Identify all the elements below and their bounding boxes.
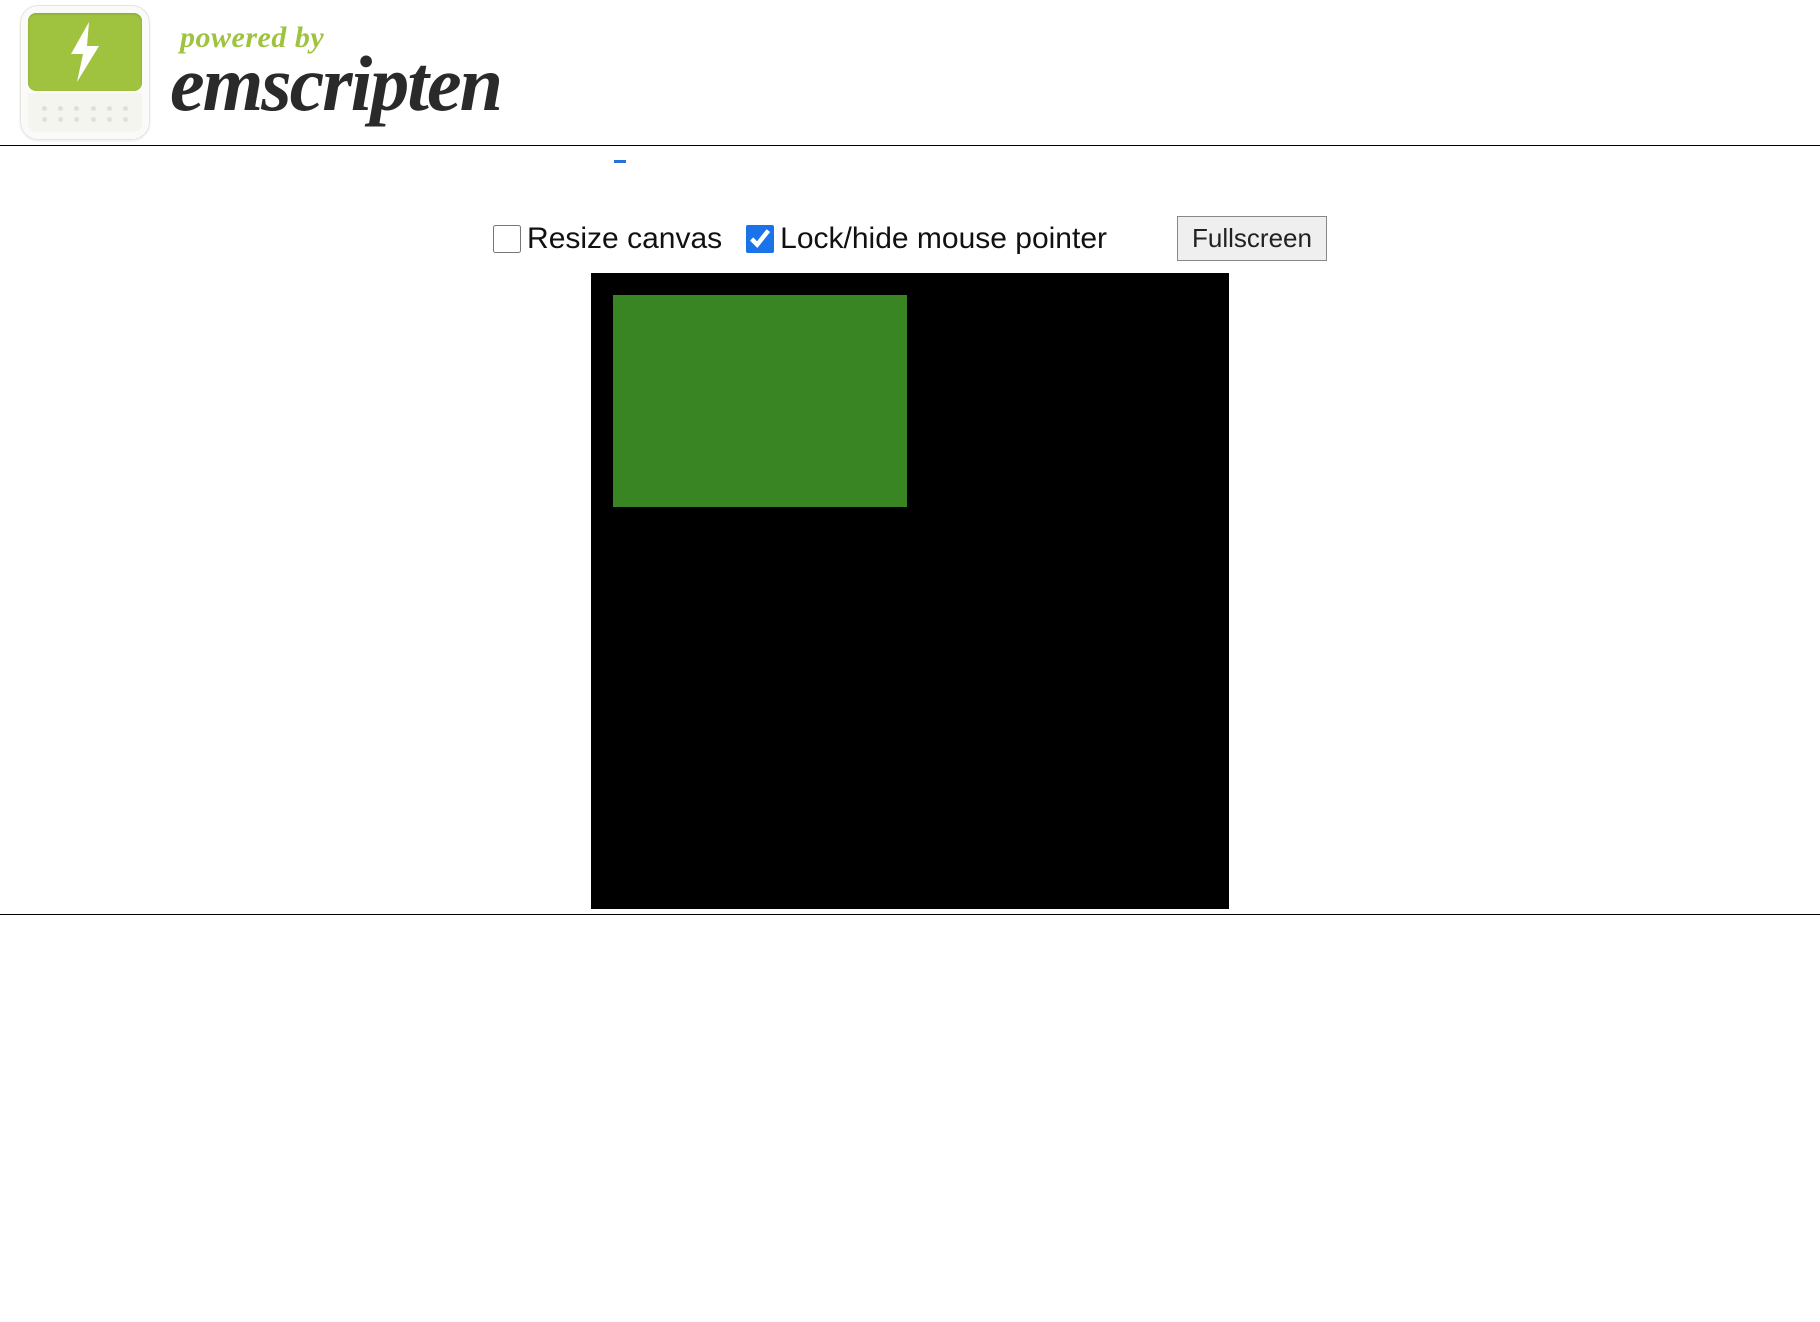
resize-canvas-checkbox[interactable] bbox=[493, 225, 521, 253]
canvas-container bbox=[0, 273, 1820, 909]
lock-pointer-control[interactable]: Lock/hide mouse pointer bbox=[746, 222, 1107, 256]
logo-text: powered by emscripten bbox=[170, 23, 501, 123]
emscripten-logo-badge bbox=[20, 5, 150, 140]
spinner-indicator bbox=[614, 160, 626, 163]
divider-top bbox=[0, 145, 1820, 146]
lock-pointer-label: Lock/hide mouse pointer bbox=[780, 222, 1107, 256]
rendered-green-rectangle bbox=[613, 295, 907, 507]
fullscreen-button[interactable]: Fullscreen bbox=[1177, 216, 1327, 261]
resize-canvas-control[interactable]: Resize canvas bbox=[493, 222, 722, 256]
logo-keyboard-panel bbox=[28, 93, 142, 132]
canvas[interactable] bbox=[591, 273, 1229, 909]
lock-pointer-checkbox[interactable] bbox=[746, 225, 774, 253]
lightning-bolt-icon bbox=[65, 22, 105, 82]
divider-bottom bbox=[0, 914, 1820, 915]
resize-canvas-label: Resize canvas bbox=[527, 222, 722, 256]
logo-green-panel bbox=[28, 13, 142, 91]
header: powered by emscripten bbox=[0, 0, 1820, 145]
controls-row: Resize canvas Lock/hide mouse pointer Fu… bbox=[0, 216, 1820, 261]
emscripten-title: emscripten bbox=[170, 45, 501, 123]
